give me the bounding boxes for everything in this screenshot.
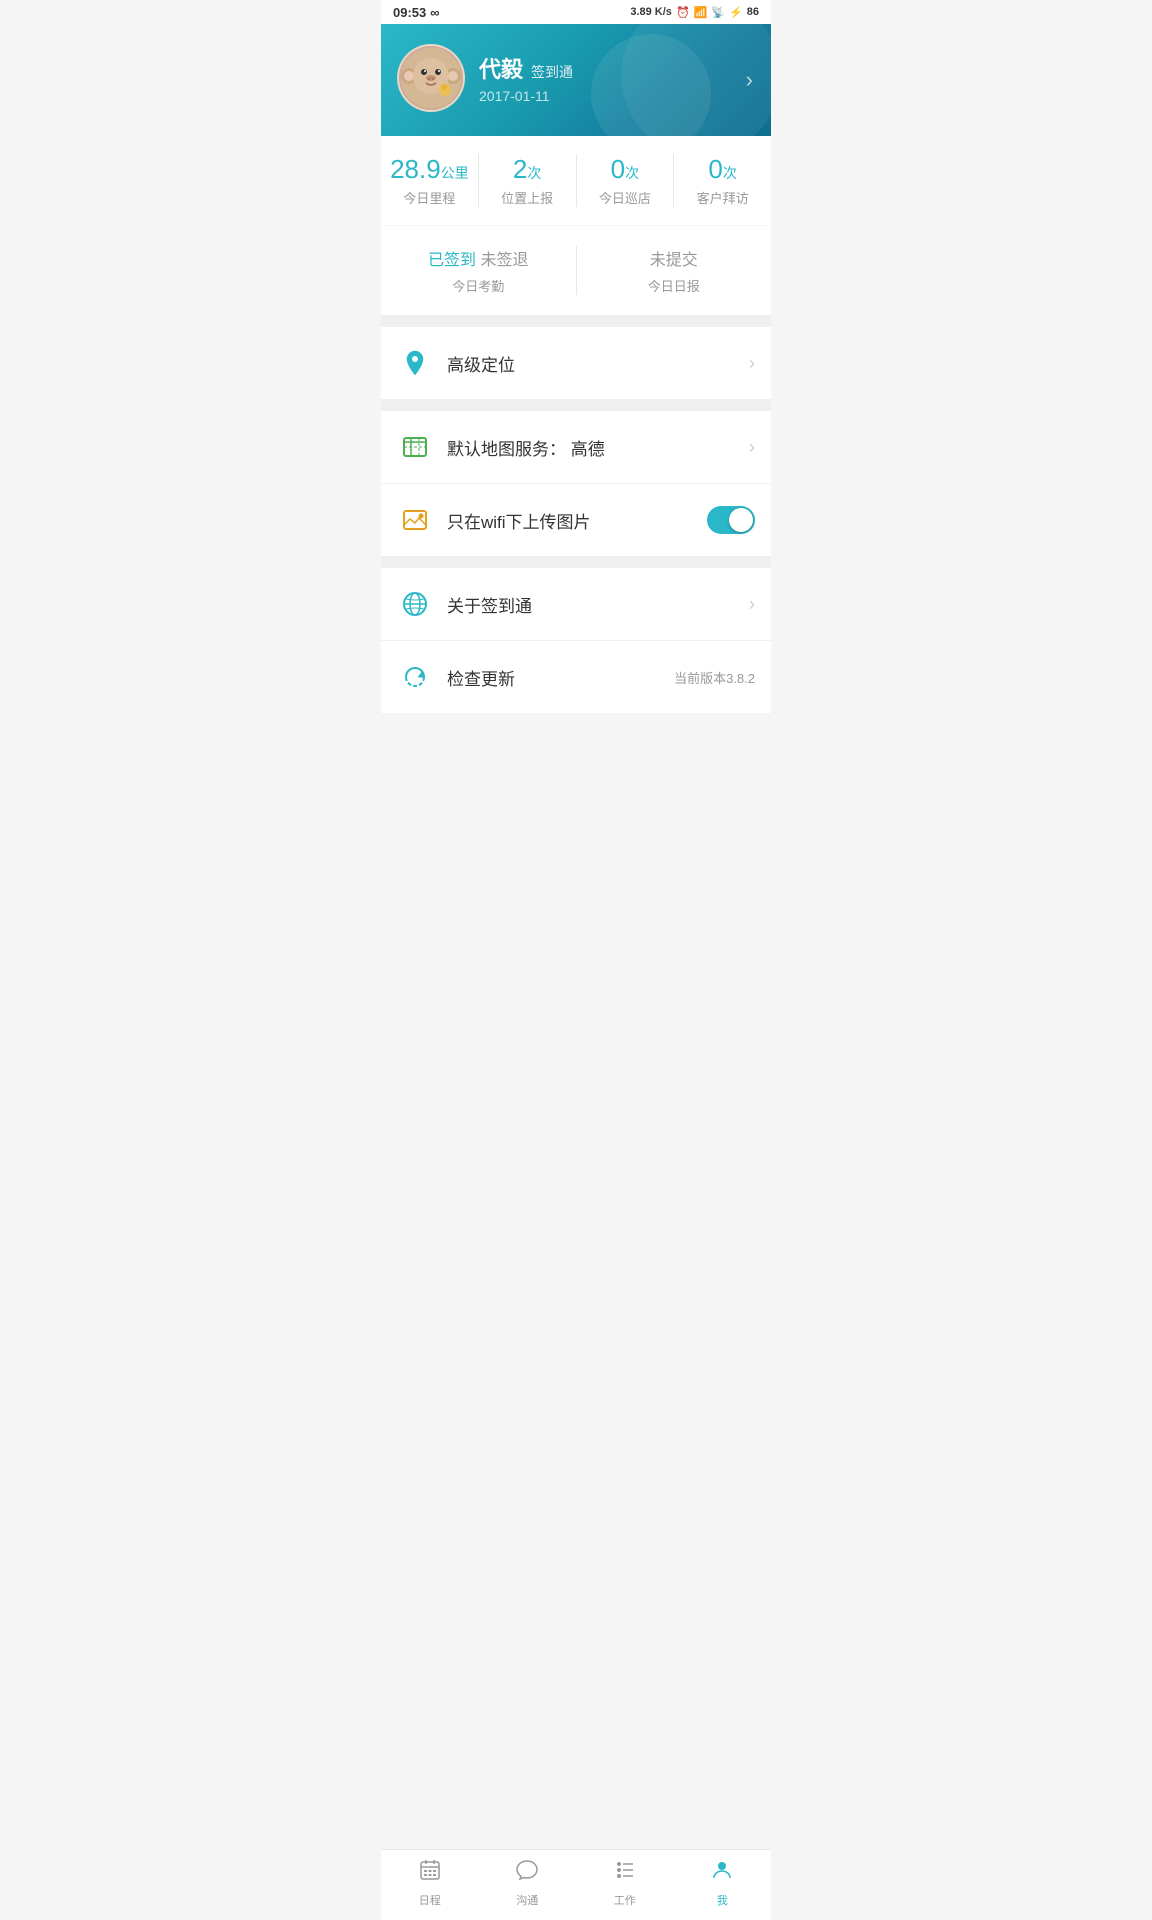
profile-name: 代毅 xyxy=(479,52,523,84)
daily-report-label: 今日日报 xyxy=(585,276,764,295)
menu-item-about[interactable]: 关于签到通 › xyxy=(381,568,771,641)
update-label: 检查更新 xyxy=(447,665,674,690)
map-icon xyxy=(397,429,433,465)
stat-patrol-label: 今日巡店 xyxy=(585,188,666,207)
about-chevron-icon: › xyxy=(749,594,755,615)
attendance-checkin: 已签到 未签退 今日考勤 xyxy=(381,246,577,295)
divider-1 xyxy=(381,315,771,327)
about-label: 关于签到通 xyxy=(447,592,749,617)
stat-visit: 0次 客户拜访 xyxy=(674,154,771,207)
divider-3 xyxy=(381,556,771,568)
nav-item-work[interactable]: 工作 xyxy=(576,1858,674,1908)
stat-visit-number: 0次 xyxy=(682,154,763,185)
bottom-nav: 日程 沟通 工作 我 xyxy=(381,1849,771,1920)
attendance-section: 已签到 未签退 今日考勤 未提交 今日日报 xyxy=(381,226,771,315)
nav-work-label: 工作 xyxy=(614,1892,636,1908)
map-chevron-icon: › xyxy=(749,437,755,458)
stat-distance: 28.9公里 今日里程 xyxy=(381,154,479,207)
refresh-icon xyxy=(397,659,433,695)
menu-item-map[interactable]: 默认地图服务： 高德 › xyxy=(381,411,771,484)
attendance-daily-report: 未提交 今日日报 xyxy=(577,246,772,295)
location-label: 高级定位 xyxy=(447,351,749,376)
nav-item-schedule[interactable]: 日程 xyxy=(381,1858,479,1908)
attendance-label: 今日考勤 xyxy=(389,276,568,295)
signed-in-text: 已签到 xyxy=(428,252,476,269)
location-icon xyxy=(397,345,433,381)
stat-distance-number: 28.9公里 xyxy=(389,154,470,185)
stat-patrol: 0次 今日巡店 xyxy=(577,154,675,207)
menu-item-wifi-upload[interactable]: 只在wifi下上传图片 xyxy=(381,484,771,556)
menu-location-section: 高级定位 › xyxy=(381,327,771,399)
stat-report-number: 2次 xyxy=(487,154,568,185)
profile-date: 2017-01-11 xyxy=(479,88,755,104)
profile-tag: 签到通 xyxy=(531,62,573,82)
not-signed-out-text: 未签退 xyxy=(480,252,528,269)
nav-me-label: 我 xyxy=(717,1892,728,1908)
avatar-image xyxy=(401,48,461,108)
status-time: 09:53 xyxy=(393,5,426,20)
stat-distance-label: 今日里程 xyxy=(389,188,470,207)
menu-settings-section: 默认地图服务： 高德 › 只在wifi下上传图片 xyxy=(381,411,771,556)
stat-patrol-number: 0次 xyxy=(585,154,666,185)
menu-about-section: 关于签到通 › 检查更新 当前版本3.8.2 xyxy=(381,568,771,713)
map-label: 默认地图服务： 高德 xyxy=(447,435,749,460)
menu-item-update[interactable]: 检查更新 当前版本3.8.2 xyxy=(381,641,771,713)
globe-icon xyxy=(397,586,433,622)
nav-schedule-label: 日程 xyxy=(419,1892,441,1908)
profile-info: 代毅 签到通 2017-01-11 xyxy=(479,52,755,104)
wifi-upload-toggle[interactable] xyxy=(707,506,755,534)
version-text: 当前版本3.8.2 xyxy=(674,668,755,687)
avatar xyxy=(397,44,465,112)
status-loop-icon: ∞ xyxy=(430,5,439,20)
profile-banner[interactable]: 代毅 签到通 2017-01-11 › xyxy=(381,24,771,136)
chat-icon xyxy=(515,1858,539,1888)
location-chevron-icon: › xyxy=(749,353,755,374)
profile-chevron-icon: › xyxy=(746,67,753,93)
nav-item-me[interactable]: 我 xyxy=(674,1858,772,1908)
nav-item-chat[interactable]: 沟通 xyxy=(479,1858,577,1908)
attendance-status-text: 已签到 未签退 xyxy=(389,246,568,270)
wifi-upload-label: 只在wifi下上传图片 xyxy=(447,508,707,533)
nav-chat-label: 沟通 xyxy=(516,1892,538,1908)
menu-item-location[interactable]: 高级定位 › xyxy=(381,327,771,399)
image-icon xyxy=(397,502,433,538)
schedule-icon xyxy=(418,1858,442,1888)
me-icon xyxy=(710,1858,734,1888)
work-icon xyxy=(613,1858,637,1888)
stat-visit-label: 客户拜访 xyxy=(682,188,763,207)
stat-report-label: 位置上报 xyxy=(487,188,568,207)
divider-2 xyxy=(381,399,771,411)
stat-report: 2次 位置上报 xyxy=(479,154,577,207)
report-status-text: 未提交 xyxy=(585,246,764,270)
